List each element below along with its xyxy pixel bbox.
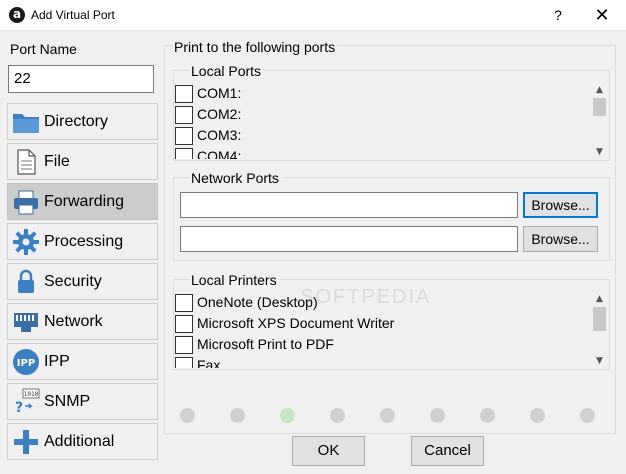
list-item[interactable]: COM2: [175, 104, 608, 125]
list-item[interactable]: Fax [175, 355, 608, 368]
checkbox[interactable] [175, 106, 193, 124]
help-button[interactable]: ? [546, 3, 570, 27]
nav-label-network: Network [44, 313, 103, 330]
title-bar: a Add Virtual Port ? ✕ [0, 0, 626, 31]
ipp-icon: IPP [13, 349, 39, 375]
nav-item-additional[interactable]: Additional [7, 423, 158, 460]
app-logo-icon: a [9, 7, 25, 23]
file-icon [17, 149, 36, 175]
nav-label-file: File [44, 153, 70, 170]
nav-label-directory: Directory [44, 113, 109, 130]
scroll-down-icon[interactable]: ▼ [591, 145, 608, 159]
scroll-down-icon[interactable]: ▼ [591, 354, 608, 368]
nav-item-forwarding[interactable]: Forwarding [7, 183, 158, 220]
local-port-label: COM2: [197, 106, 242, 122]
plus-icon [14, 430, 38, 454]
nav-item-processing[interactable]: Processing [7, 223, 158, 260]
snmp-icon-text: 1010 [24, 391, 39, 398]
svg-text:?: ? [15, 400, 23, 416]
scroll-thumb[interactable] [593, 307, 606, 331]
nav-label-additional: Additional [44, 433, 115, 450]
local-printers-title: Local Printers [189, 272, 279, 288]
printer-label: Fax [197, 357, 221, 368]
scroll-up-icon[interactable]: ▲ [591, 292, 608, 306]
checkbox[interactable] [175, 357, 193, 368]
gear-icon [13, 229, 39, 255]
checkbox[interactable] [175, 315, 193, 333]
nav-label-security: Security [44, 273, 102, 290]
folder-icon [13, 114, 39, 133]
local-port-label: COM1: [197, 85, 242, 101]
local-ports-list: COM1: COM2: COM3: COM4: [175, 83, 608, 159]
list-item[interactable]: Microsoft XPS Document Writer [175, 313, 608, 334]
checkbox[interactable] [175, 148, 193, 159]
scroll-up-icon[interactable]: ▲ [591, 83, 608, 97]
list-item[interactable]: OneNote (Desktop) [175, 292, 608, 313]
checkbox[interactable] [175, 294, 193, 312]
pager-dot[interactable] [530, 408, 545, 423]
printer-label: Microsoft Print to PDF [197, 336, 334, 352]
local-printers-scrollbar[interactable]: ▲ ▼ [591, 292, 608, 368]
cancel-button[interactable]: Cancel [411, 436, 484, 466]
browse-button-2[interactable]: Browse... [523, 226, 598, 252]
local-ports-title: Local Ports [189, 63, 264, 79]
nav-item-file[interactable]: File [7, 143, 158, 180]
nav-label-snmp: SNMP [44, 393, 91, 410]
browse-button-1[interactable]: Browse... [523, 192, 598, 218]
nav-label-processing: Processing [44, 233, 124, 250]
pager-dot[interactable] [330, 408, 345, 423]
network-port-input-1[interactable] [180, 192, 518, 218]
printer-label: OneNote (Desktop) [197, 294, 318, 310]
pager-dot[interactable] [580, 408, 595, 423]
nav-item-snmp[interactable]: 1010 ? SNMP [7, 383, 158, 420]
ok-button[interactable]: OK [292, 436, 365, 466]
checkbox[interactable] [175, 85, 193, 103]
panel-title: Print to the following ports [172, 39, 338, 55]
lock-icon [18, 269, 34, 293]
pager-dot[interactable] [430, 408, 445, 423]
network-ports-title: Network Ports [189, 170, 281, 186]
scroll-thumb[interactable] [593, 98, 606, 116]
nav-item-directory[interactable]: Directory [7, 103, 158, 140]
list-item[interactable]: COM4: [175, 146, 608, 159]
checkbox[interactable] [175, 127, 193, 145]
nav-label-forwarding: Forwarding [44, 193, 125, 210]
local-printers-list: OneNote (Desktop) Microsoft XPS Document… [175, 292, 608, 368]
local-port-label: COM4: [197, 148, 242, 159]
ipp-icon-text: IPP [17, 358, 35, 369]
printer-label: Microsoft XPS Document Writer [197, 315, 395, 331]
snmp-icon: 1010 ? [15, 388, 40, 416]
network-icon [14, 313, 38, 332]
pager-dot[interactable] [180, 408, 195, 423]
network-port-input-2[interactable] [180, 226, 518, 252]
close-button[interactable]: ✕ [589, 3, 615, 27]
port-name-input[interactable]: 22 [8, 65, 154, 93]
nav-item-network[interactable]: Network [7, 303, 158, 340]
list-item[interactable]: COM1: [175, 83, 608, 104]
sidebar-nav: Directory File Forwarding Processing Sec… [7, 103, 158, 463]
list-item[interactable]: Microsoft Print to PDF [175, 334, 608, 355]
nav-item-security[interactable]: Security [7, 263, 158, 300]
list-item[interactable]: COM3: [175, 125, 608, 146]
printer-icon [14, 190, 38, 215]
pager-dot[interactable] [230, 408, 245, 423]
nav-label-ipp: IPP [44, 353, 70, 370]
port-name-label: Port Name [10, 41, 77, 57]
checkbox[interactable] [175, 336, 193, 354]
nav-item-ipp[interactable]: IPP IPP [7, 343, 158, 380]
local-port-label: COM3: [197, 127, 242, 143]
local-ports-scrollbar[interactable]: ▲ ▼ [591, 83, 608, 159]
pager-dot[interactable] [380, 408, 395, 423]
window-title: Add Virtual Port [31, 8, 115, 22]
pager-dot[interactable] [280, 408, 295, 423]
pager-dot[interactable] [480, 408, 495, 423]
